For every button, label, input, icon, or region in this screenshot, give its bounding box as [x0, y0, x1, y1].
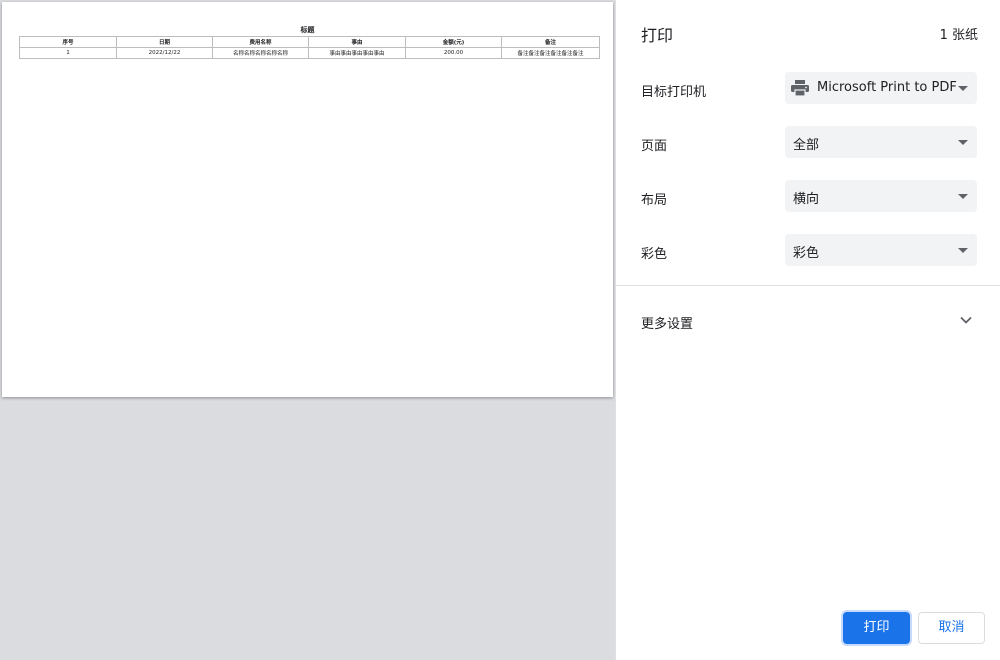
preview-table: 序号 日期 费用名称 事由 金额(元) 备注 1 2022/12/22 名称名称… [19, 36, 600, 59]
table-header-cell: 序号 [19, 36, 117, 48]
divider [616, 285, 1000, 286]
print-button[interactable]: 打印 [843, 612, 910, 644]
table-cell: 备注备注备注备注备注备注 [501, 47, 600, 59]
color-label: 彩色 [641, 247, 668, 262]
table-header-row: 序号 日期 费用名称 事由 金额(元) 备注 [19, 36, 600, 48]
table-cell: 1 [19, 47, 117, 59]
table-header-cell: 日期 [116, 36, 213, 48]
panel-title: 打印 [641, 26, 674, 45]
preview-doc-title: 标题 [300, 26, 315, 34]
printer-icon [791, 80, 809, 96]
panel-header: 打印 1 张纸 [641, 20, 978, 45]
layout-value: 横向 [793, 192, 820, 207]
sheet-count: 1 张纸 [939, 28, 978, 43]
caret-down-icon [958, 248, 968, 253]
destination-label: 目标打印机 [641, 85, 707, 100]
color-select[interactable]: 彩色 [785, 234, 977, 266]
table-header-cell: 备注 [501, 36, 600, 48]
layout-select[interactable]: 横向 [785, 180, 977, 212]
color-row: 彩色 彩色 [641, 234, 978, 268]
table-cell: 2022/12/22 [116, 47, 213, 59]
destination-select[interactable]: Microsoft Print to PDF [785, 72, 977, 104]
caret-down-icon [958, 86, 968, 91]
destination-row: 目标打印机 Microsoft Print to PDF [641, 72, 978, 106]
pages-select[interactable]: 全部 [785, 126, 977, 158]
pages-label: 页面 [641, 139, 668, 154]
caret-down-icon [958, 140, 968, 145]
table-cell: 名称名称名称名称名称 [212, 47, 309, 59]
layout-label: 布局 [641, 193, 668, 208]
pages-value: 全部 [793, 138, 820, 153]
table-cell: 200.00 [405, 47, 502, 59]
print-settings-panel: 打印 1 张纸 目标打印机 Microsoft Print to PDF 页面 … [615, 0, 1000, 660]
preview-sheet: 标题 序号 日期 费用名称 事由 金额(元) 备注 1 2022/12/22 名… [2, 2, 613, 397]
pages-row: 页面 全部 [641, 126, 978, 160]
table-header-cell: 费用名称 [212, 36, 309, 48]
table-header-cell: 金额(元) [405, 36, 502, 48]
table-row: 1 2022/12/22 名称名称名称名称名称 事由事由事由事由事由 200.0… [19, 47, 600, 59]
color-value: 彩色 [793, 246, 820, 261]
more-settings-label: 更多设置 [641, 317, 694, 332]
table-cell: 事由事由事由事由事由 [308, 47, 406, 59]
print-preview-area: 标题 序号 日期 费用名称 事由 金额(元) 备注 1 2022/12/22 名… [0, 0, 615, 660]
chevron-down-icon [960, 316, 972, 324]
table-header-cell: 事由 [308, 36, 406, 48]
caret-down-icon [958, 194, 968, 199]
layout-row: 布局 横向 [641, 180, 978, 214]
destination-value: Microsoft Print to PDF [817, 80, 957, 95]
more-settings-toggle[interactable]: 更多设置 [641, 310, 978, 334]
cancel-button[interactable]: 取消 [918, 612, 985, 644]
